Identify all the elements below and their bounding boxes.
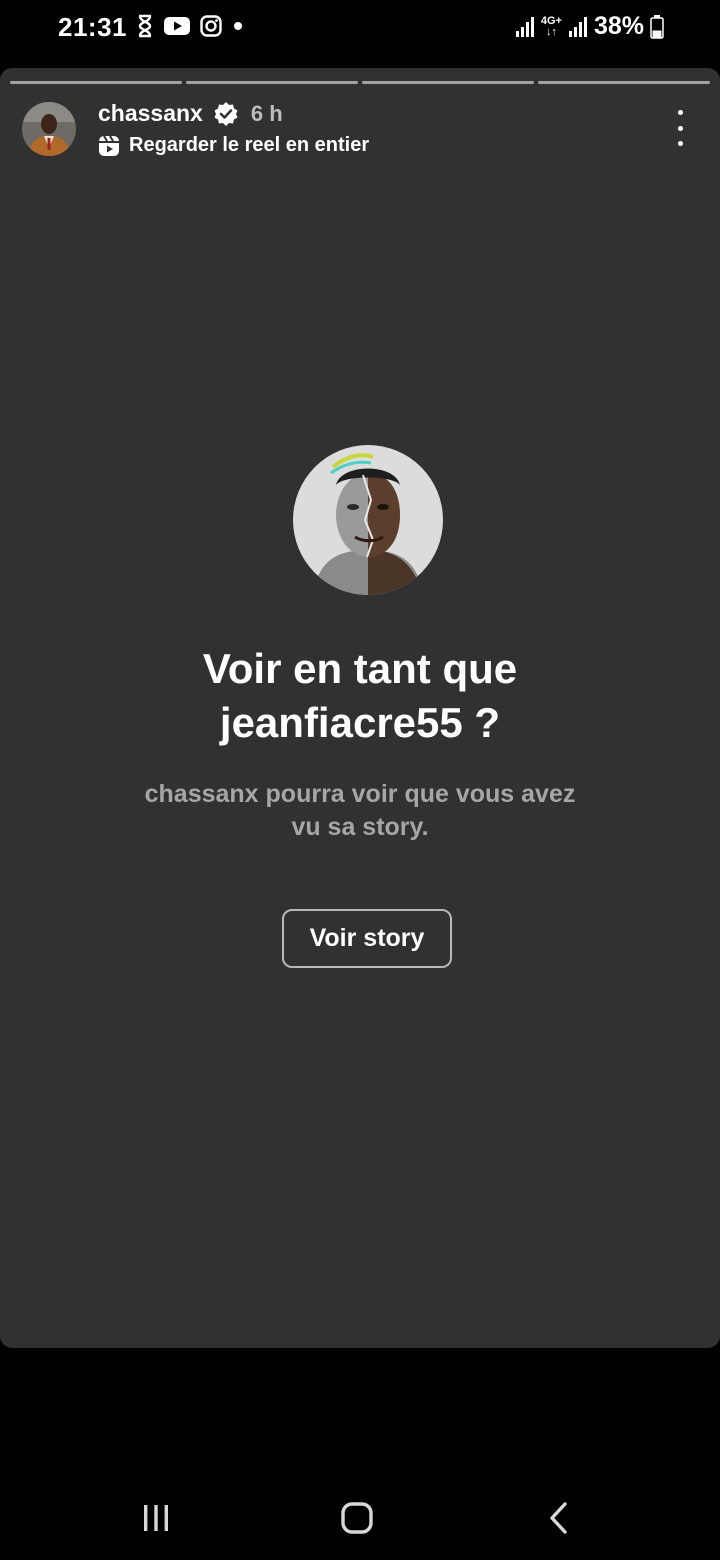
back-icon: [550, 1502, 567, 1534]
headline-line-1: Voir en tant que: [202, 645, 518, 692]
recent-apps-icon: [144, 1505, 168, 1531]
seen-notice-text: chassanx pourra voir que vous avez vu sa…: [144, 780, 576, 841]
signal-icon: [515, 16, 534, 37]
network-label: 4G+: [540, 14, 562, 27]
story-time-ago: 6 h: [250, 100, 283, 126]
story-progress-segment: [538, 81, 710, 84]
viewer-avatar-image: [293, 445, 443, 595]
viewer-avatar: [293, 445, 443, 595]
more-icon-dot: [677, 141, 683, 146]
story-progress-segment: [362, 81, 534, 84]
hourglass-icon: [138, 14, 152, 38]
story-progress-segment: [10, 81, 182, 84]
system-navigation-bar: [0, 1478, 720, 1558]
author-info: chassanx 6 h: [98, 100, 283, 127]
story-progress-bar: [10, 81, 710, 84]
more-icon-dot: [677, 125, 683, 131]
signal-icon: [568, 16, 587, 37]
verified-badge-icon: [214, 101, 238, 126]
reels-icon: [99, 134, 119, 156]
instagram-icon: [200, 15, 222, 37]
notification-icons: [136, 14, 244, 38]
data-activity: ↓↑: [545, 25, 557, 38]
story-panel[interactable]: chassanx 6 h Regarder le reel en entier: [0, 68, 720, 1348]
recent-apps-button[interactable]: [116, 1478, 196, 1558]
author-avatar[interactable]: [22, 102, 76, 156]
status-bar: 21:31 4G+ ↓↑ 38%: [0, 0, 720, 60]
status-time: 21:31: [58, 12, 127, 42]
home-button[interactable]: [317, 1478, 397, 1558]
more-options-button[interactable]: [668, 110, 692, 146]
home-icon: [341, 1502, 373, 1534]
battery-percent: 38%: [593, 12, 644, 40]
view-story-button[interactable]: Voir story: [282, 909, 452, 968]
avatar-image: [22, 102, 76, 156]
youtube-icon: [164, 17, 190, 35]
switch-account-headline: Voir en tant que jeanfiacre55 ?: [0, 642, 720, 750]
network-type: 4G+ ↓↑: [540, 14, 562, 38]
watch-full-reel-link[interactable]: Regarder le reel en entier: [98, 134, 369, 157]
author-username[interactable]: chassanx: [98, 100, 203, 127]
more-icon-dot: [677, 110, 683, 115]
battery-icon: [650, 14, 664, 39]
story-progress-segment: [186, 81, 358, 84]
back-button[interactable]: [518, 1478, 598, 1558]
status-right: 4G+ ↓↑ 38%: [515, 12, 664, 41]
reel-link-label: Regarder le reel en entier: [129, 134, 370, 156]
headline-line-2: jeanfiacre55 ?: [219, 699, 501, 746]
dot-icon: [234, 22, 242, 30]
